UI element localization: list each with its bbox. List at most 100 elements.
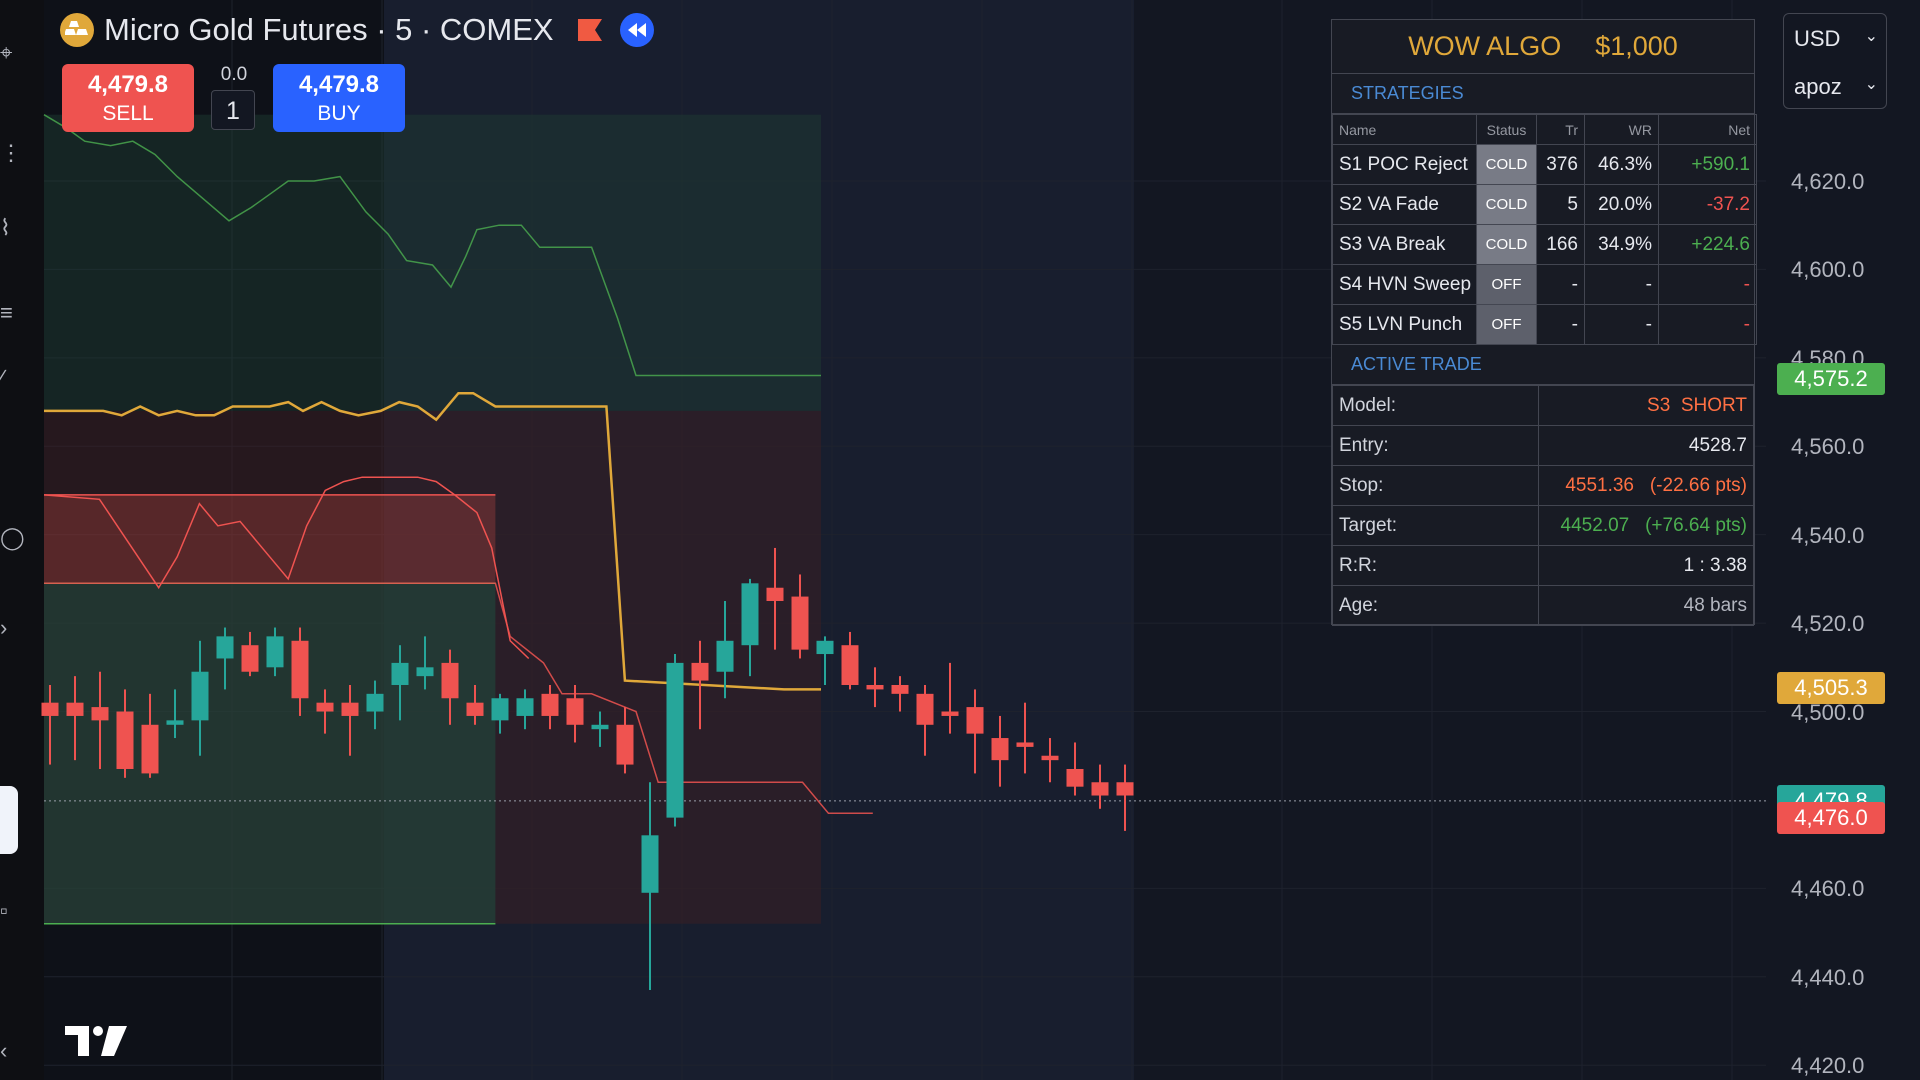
stop-points: (-22.66 pts) [1649,474,1747,496]
column-header: Status [1476,114,1537,145]
buy-button[interactable]: 4,479.8 BUY [273,64,405,132]
column-header: Name [1332,114,1477,145]
model-label: Model: [1332,385,1539,426]
price-tick-label: 4,460.0 [1791,876,1865,902]
price-axis[interactable]: 4,620.0 4,600.0 4,580.0 4,560.0 4,540.0 4,520… [1766,0,1920,1080]
column-header: Net [1658,114,1757,145]
chart-header: Micro Gold Futures · 5 · COMEX [60,12,654,48]
sell-button[interactable]: 4,479.8 SELL [62,64,194,132]
strategy-name: S2 VA Fade [1332,184,1477,225]
chevron-down-icon: ⌄ [1864,28,1878,45]
candle-body [116,711,134,769]
strategy-name: S5 LVN Punch [1332,304,1477,345]
algo-capital: $1,000 [1595,31,1678,61]
win-rate: 34.9% [1584,224,1659,265]
tradingview-logo[interactable] [65,1026,127,1056]
target-value: 4452.07 [1560,514,1630,536]
strategies-table-header: Name Status Tr WR Net [1332,114,1757,145]
entry-label: Entry: [1332,425,1539,466]
price-tick-label: 4,420.0 [1791,1053,1865,1079]
user-label: apoz [1794,74,1842,99]
trade-row-entry: Entry: 4528.7 [1332,425,1754,466]
rr-label: R:R: [1332,545,1539,586]
price-badge: 4,476.0 [1777,801,1885,834]
candle-body [791,596,809,650]
price-tick-label: 4,620.0 [1791,169,1865,194]
status-badge: COLD [1476,224,1537,265]
currency-label: USD [1794,26,1841,51]
chevron-down-icon: ⌄ [1864,76,1878,93]
price-badge: 4,505.3 [1777,672,1885,705]
candle-body [741,583,759,646]
candle-body [166,720,184,725]
candle-body [466,702,484,716]
candle-body [66,702,84,716]
candle-body [516,698,534,716]
price-tick-label: 4,520.0 [1791,611,1865,637]
flag-icon[interactable] [577,19,602,41]
strategy-name: S1 POC Reject [1332,144,1477,185]
column-header: WR [1584,114,1659,145]
status-badge: OFF [1476,304,1537,345]
algo-header: WOW ALGO $1,000 [1332,20,1754,74]
model-value: S3 SHORT [1538,385,1754,426]
candle-body [41,702,59,716]
net-value: - [1658,264,1757,305]
candle-body [141,724,159,774]
status-badge: COLD [1476,144,1537,185]
win-rate: - [1584,264,1659,305]
candle-body [1116,782,1134,796]
sell-price: 4,479.8 [87,71,169,98]
candle-body [966,707,984,734]
trade-row-stop: Stop: 4551.36 (-22.66 pts) [1332,465,1754,506]
target-points: (+76.64 pts) [1645,514,1747,536]
buy-price: 4,479.8 [298,71,380,98]
spread-value: 0.0 [220,64,248,85]
candle-body [216,636,234,659]
active-trade-section-title: ACTIVE TRADE [1332,345,1754,385]
candle-body [591,724,609,730]
candle-body [766,587,784,601]
candle-body [416,667,434,677]
candle-body [941,711,959,716]
target-cell: 4452.07 (+76.64 pts) [1538,505,1754,546]
candle-body [666,662,684,818]
candle-body [891,684,909,694]
win-rate: 20.0% [1584,184,1659,225]
rewind-icon[interactable] [619,13,654,47]
price-tick-label: 4,560.0 [1791,434,1865,460]
net-value: -37.2 [1658,184,1757,225]
age-value: 48 bars [1538,585,1754,626]
currency-dropdown[interactable]: USD ⌄ [1784,18,1888,58]
candle-body [1091,782,1109,796]
win-rate: - [1584,304,1659,345]
candle-body [391,662,409,685]
net-value: - [1658,304,1757,345]
trade-row-age: Age: 48 bars [1332,585,1754,626]
candle-body [191,671,209,721]
active-trade-table: Model: S3 SHORT Entry: 4528.7 Stop: 4551… [1332,385,1754,626]
trade-row-model: Model: S3 SHORT [1332,385,1754,426]
candle-body [241,645,259,672]
candle-body [341,702,359,716]
quantity-input[interactable]: 1 [211,90,255,130]
buy-label: BUY [317,102,361,125]
net-value: +224.6 [1658,224,1757,265]
trade-count: 5 [1536,184,1585,225]
user-dropdown[interactable]: apoz ⌄ [1784,66,1888,106]
strategy-name: S3 VA Break [1332,224,1477,265]
trade-count: 376 [1536,144,1585,185]
price-tick-label: 4,540.0 [1791,522,1865,548]
stop-label: Stop: [1332,465,1539,506]
strategy-row: S5 LVN Punch OFF - - - [1332,304,1757,345]
strategy-row: S4 HVN Sweep OFF - - - [1332,264,1757,305]
candle-body [566,698,584,725]
candle-body [716,640,734,672]
symbol-title[interactable]: Micro Gold Futures · 5 · COMEX [104,12,554,48]
candle-body [691,662,709,681]
status-badge: OFF [1476,264,1537,305]
currency-selector[interactable]: USD ⌄ apoz ⌄ [1783,13,1887,109]
candle-body [316,702,334,712]
candle-body [1041,755,1059,761]
status-badge: COLD [1476,184,1537,225]
